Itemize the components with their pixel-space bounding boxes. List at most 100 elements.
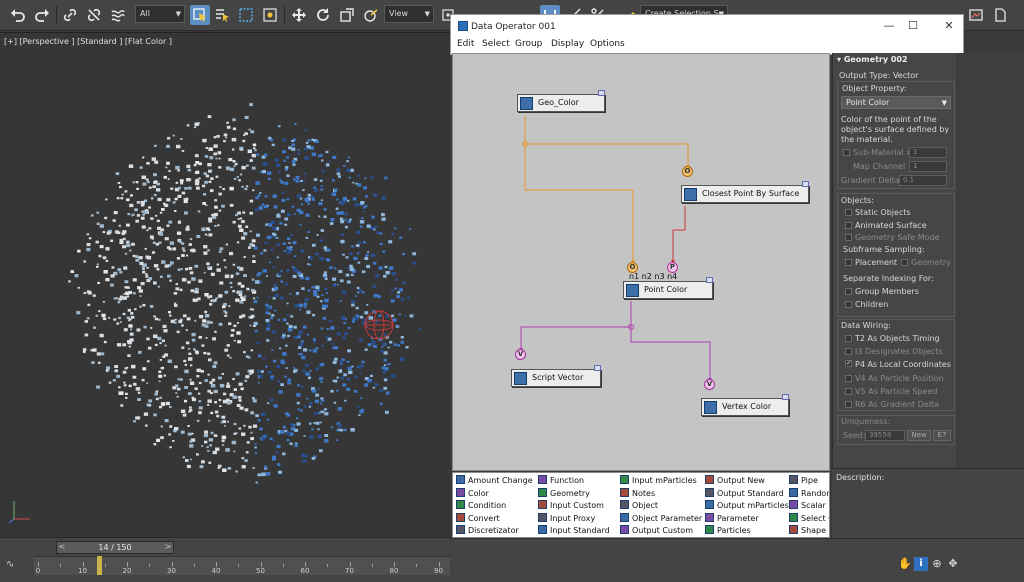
palette-op-select-c[interactable]: Select C xyxy=(789,512,829,525)
i3-checkbox[interactable]: I3 Designates Objects xyxy=(845,347,943,356)
pin-v-script-vector[interactable]: V xyxy=(515,349,526,360)
bind-space-warp-icon[interactable] xyxy=(108,5,128,25)
node-output-port[interactable] xyxy=(598,90,605,96)
children-checkbox[interactable]: Children xyxy=(845,300,888,309)
node-vertex-color[interactable]: Vertex Color xyxy=(701,394,789,416)
animated-surface-checkbox[interactable]: Animated Surface xyxy=(845,221,927,230)
menu-select[interactable]: Select xyxy=(482,39,510,49)
particle xyxy=(288,146,292,150)
node-output-port[interactable] xyxy=(706,277,713,283)
node-geo-color[interactable]: Geo_Color xyxy=(517,90,605,112)
geometry-checkbox[interactable]: Geometry xyxy=(901,258,951,267)
menu-edit[interactable]: Edit xyxy=(457,39,474,49)
pin-o-closest[interactable]: O xyxy=(682,166,693,177)
palette-op-input-standard[interactable]: Input Standard xyxy=(538,525,610,537)
palette-op-parameter[interactable]: Parameter xyxy=(705,512,759,525)
static-objects-checkbox[interactable]: Static Objects xyxy=(845,208,911,217)
pan-hand-icon[interactable]: ✋ xyxy=(898,557,912,571)
node-closest-point-by-surface[interactable]: Closest Point By Surface xyxy=(681,181,809,203)
time-slider[interactable]: 14 / 150 xyxy=(56,541,174,554)
palette-op-object-parameter[interactable]: Object Parameter xyxy=(620,512,702,525)
render-setup-icon[interactable] xyxy=(990,5,1010,25)
t2-checkbox[interactable]: T2 As Objects Timing xyxy=(845,334,940,343)
palette-op-object[interactable]: Object xyxy=(620,500,658,512)
palette-op-output-custom[interactable]: Output Custom xyxy=(620,525,693,537)
maximize-button[interactable]: ☐ xyxy=(903,18,923,34)
group-members-checkbox[interactable]: Group Members xyxy=(845,287,919,296)
palette-op-discretizator[interactable]: Discretizator xyxy=(456,525,519,537)
scale-icon[interactable] xyxy=(337,5,357,25)
window-crossing-icon[interactable] xyxy=(260,5,280,25)
placement-checkbox[interactable]: Placement xyxy=(845,258,897,267)
palette-op-convert[interactable]: Convert xyxy=(456,512,500,525)
palette-op-particles[interactable]: Particles xyxy=(705,525,751,537)
menu-options[interactable]: Options xyxy=(590,39,625,49)
rollout-header[interactable]: ▾ Geometry 002 xyxy=(837,55,955,67)
e7-button[interactable]: E7 xyxy=(933,430,951,441)
palette-op-random[interactable]: Random xyxy=(789,487,829,500)
palette-op-function[interactable]: Function xyxy=(538,475,584,487)
node-output-port[interactable] xyxy=(594,365,601,371)
info-icon[interactable]: i xyxy=(914,557,928,571)
sub-material-field[interactable]: 1 xyxy=(909,147,947,158)
menu-display[interactable]: Display xyxy=(551,39,584,49)
selection-filter-select[interactable]: All ▼ xyxy=(135,5,185,23)
palette-op-scalar[interactable]: Scalar xyxy=(789,500,826,512)
gradient-delta-field[interactable]: 0.1 xyxy=(899,175,947,186)
close-button[interactable]: ✕ xyxy=(939,18,959,34)
curve-editor-icon[interactable]: ∿ xyxy=(6,559,14,570)
render-frame-icon[interactable] xyxy=(966,5,986,25)
time-slider-marker[interactable] xyxy=(97,556,102,575)
time-prev-button[interactable]: < xyxy=(57,541,67,552)
move-icon[interactable] xyxy=(289,5,309,25)
geometry-safe-mode-checkbox[interactable]: Geometry Safe Mode xyxy=(845,233,940,242)
rect-selection-region-icon[interactable] xyxy=(236,5,256,25)
new-seed-button[interactable]: New xyxy=(907,430,931,441)
redo-icon[interactable] xyxy=(32,5,52,25)
palette-op-output-new[interactable]: Output New xyxy=(705,475,765,487)
rotate-icon[interactable] xyxy=(313,5,333,25)
palette-op-output-mparticles[interactable]: Output mParticles xyxy=(705,500,789,512)
space-warp-gizmo-icon[interactable] xyxy=(362,305,396,345)
select-manipulate-icon[interactable] xyxy=(361,5,381,25)
v5-checkbox[interactable]: V5 As Particle Speed xyxy=(845,387,937,396)
object-property-select[interactable]: Point Color ▼ xyxy=(841,96,951,109)
orbit-icon[interactable]: ✥ xyxy=(946,557,960,571)
viewport-label[interactable]: [+] [Perspective ] [Standard ] [Flat Col… xyxy=(4,37,172,46)
time-next-button[interactable]: > xyxy=(163,541,173,552)
link-icon[interactable] xyxy=(60,5,80,25)
palette-op-geometry[interactable]: Geometry xyxy=(538,487,590,500)
palette-op-input-mparticles[interactable]: Input mParticles xyxy=(620,475,697,487)
node-output-port[interactable] xyxy=(802,181,809,187)
p4-checkbox[interactable]: P4 As Local Coordinates xyxy=(845,360,951,369)
perspective-viewport[interactable]: [+] [Perspective ] [Standard ] [Flat Col… xyxy=(0,32,450,550)
sub-material-checkbox[interactable]: Sub-Material # xyxy=(843,148,913,157)
node-output-port[interactable] xyxy=(782,394,789,400)
node-script-vector[interactable]: Script Vector xyxy=(511,365,601,387)
palette-op-condition[interactable]: Condition xyxy=(456,500,506,512)
seed-field[interactable]: 39558 xyxy=(865,430,905,441)
palette-op-amount-change[interactable]: Amount Change xyxy=(456,475,533,487)
operator-graph-editor[interactable]: Geo_Color O Closest Point By Surface O P… xyxy=(452,53,830,471)
reference-coordinate-select[interactable]: View ▼ xyxy=(384,5,434,23)
description-panel: Description: xyxy=(832,468,1024,538)
v4-checkbox[interactable]: V4 As Particle Position xyxy=(845,374,944,383)
select-by-name-icon[interactable] xyxy=(212,5,232,25)
palette-op-shape-c[interactable]: Shape C xyxy=(789,525,829,537)
r6-checkbox[interactable]: R6 As Gradient Delta xyxy=(845,400,939,409)
palette-op-pipe[interactable]: Pipe xyxy=(789,475,818,487)
node-point-color[interactable]: Point Color xyxy=(623,277,713,299)
palette-op-color[interactable]: Color xyxy=(456,487,489,500)
menu-group[interactable]: Group xyxy=(515,39,542,49)
pin-v-vertex-color[interactable]: V xyxy=(704,379,715,390)
select-object-icon[interactable] xyxy=(190,5,210,25)
palette-op-input-custom[interactable]: Input Custom xyxy=(538,500,604,512)
palette-op-output-standard[interactable]: Output Standard xyxy=(705,487,784,500)
unlink-icon[interactable] xyxy=(84,5,104,25)
minimize-button[interactable]: — xyxy=(879,18,899,34)
palette-op-input-proxy[interactable]: Input Proxy xyxy=(538,512,595,525)
palette-op-notes[interactable]: Notes xyxy=(620,487,655,500)
map-channel-field[interactable]: 1 xyxy=(909,161,947,172)
undo-icon[interactable] xyxy=(8,5,28,25)
zoom-icon[interactable]: ⊕ xyxy=(930,557,944,571)
